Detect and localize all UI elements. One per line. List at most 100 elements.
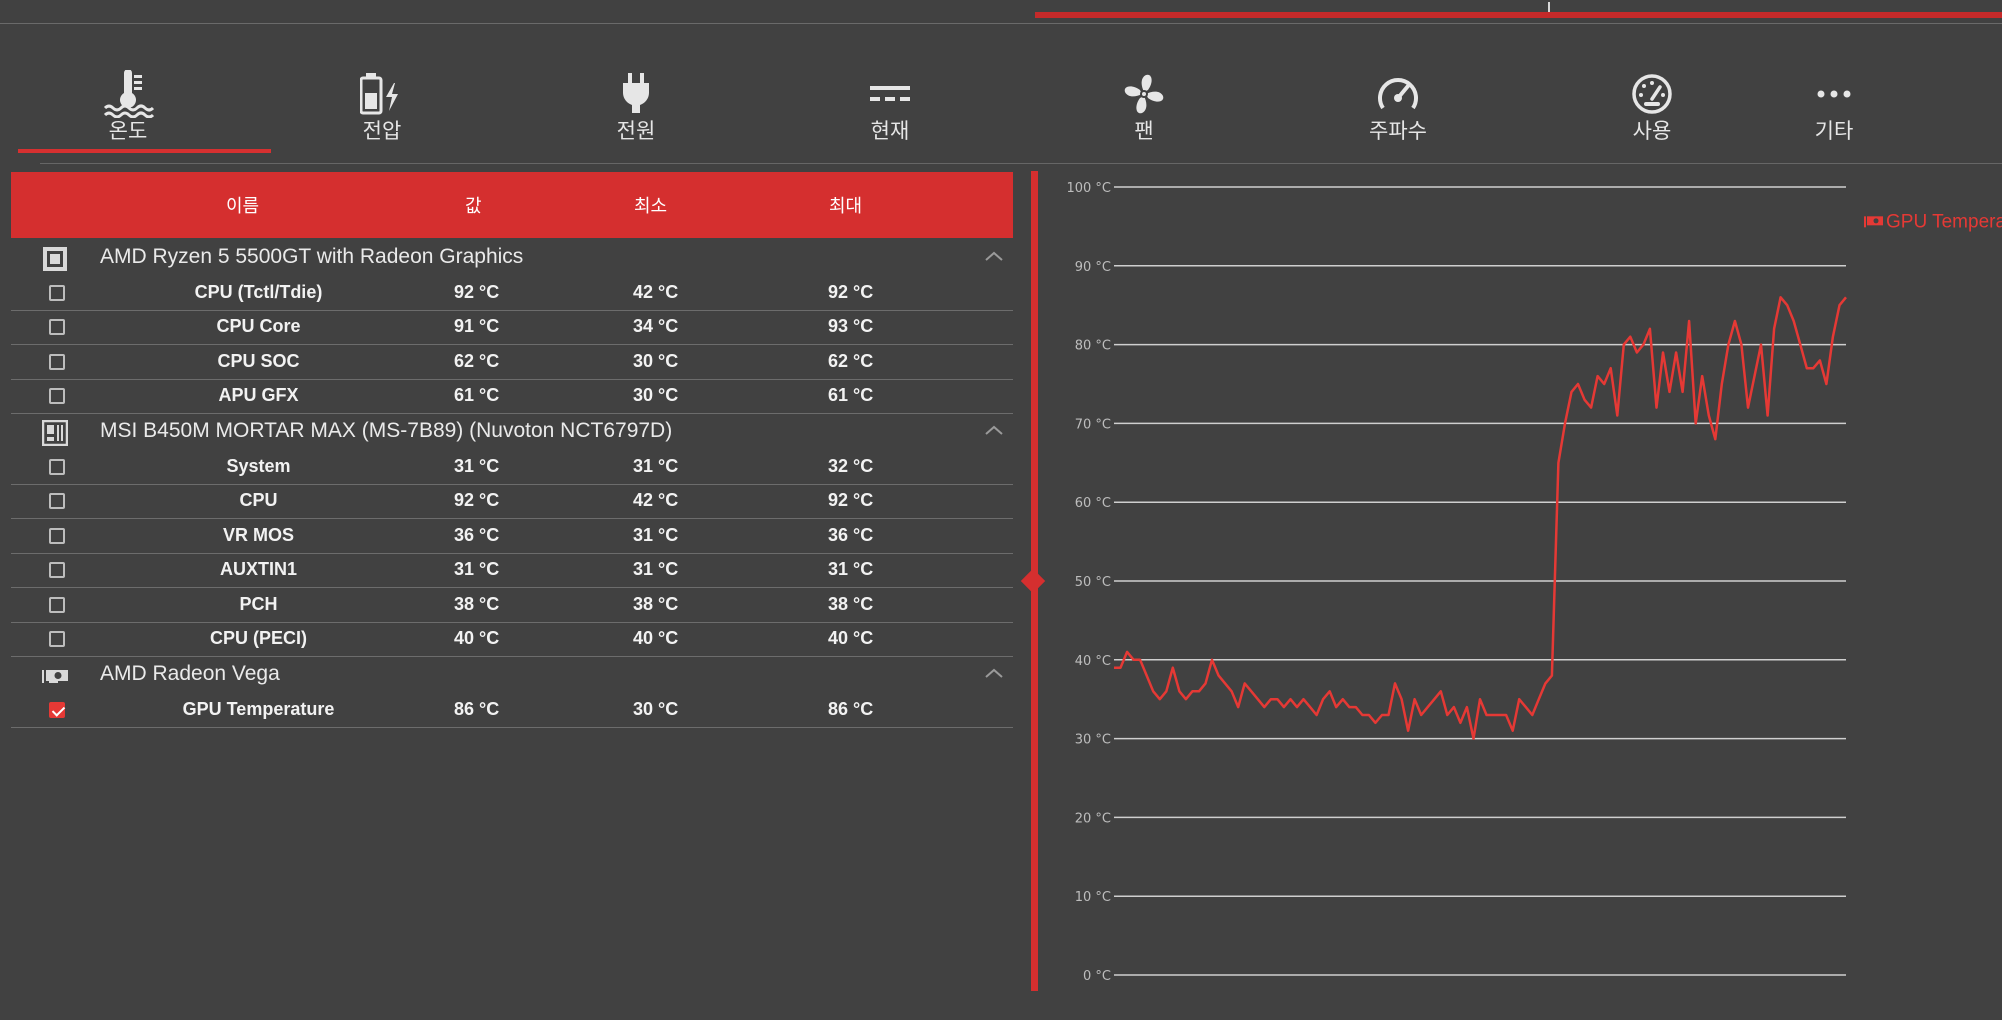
sensor-min: 38 °C [633,594,679,614]
sensor-checkbox[interactable] [49,597,65,613]
sensor-max: 32 °C [828,456,874,476]
sensor-min: 30 °C [633,699,679,719]
table-row[interactable]: APU GFX 61 °C 30 °C 61 °C [11,380,1013,414]
sensor-checkbox[interactable] [49,388,65,404]
sensor-min: 40 °C [633,628,679,648]
sensor-table-header: 이름 값 최소 최대 [11,172,1013,238]
sensor-value: 91 °C [454,316,500,336]
sensor-min: 42 °C [633,282,679,302]
sensor-name: CPU SOC [217,351,300,371]
title-bar-accent [1035,2,2002,18]
sensor-min: 31 °C [633,525,679,545]
y-tick-label: 30 °C [1075,733,1111,748]
more-dots-icon [1724,70,1944,118]
column-header-name[interactable]: 이름 [226,192,259,218]
sensor-max: 40 °C [828,628,874,648]
hardware-group-motherboard[interactable]: MSI B450M MORTAR MAX (MS-7B89) (Nuvoton … [11,416,1013,450]
y-tick-label: 20 °C [1075,811,1111,826]
battery-bolt-icon [272,70,492,118]
tab-label: 전원 [616,119,656,143]
sensor-value: 61 °C [454,385,500,405]
tab-voltage[interactable]: 전압 [272,65,492,155]
table-row[interactable]: CPU (Tctl/Tdie) 92 °C 42 °C 92 °C [11,277,1013,311]
sensor-min: 30 °C [633,385,679,405]
sensor-checkbox[interactable] [49,702,65,718]
table-row[interactable]: CPU 92 °C 42 °C 92 °C [11,485,1013,519]
sensor-name: System [226,456,291,476]
sensor-name: CPU (PECI) [209,628,307,648]
y-tick-label: 100 °C [1066,181,1111,196]
table-row[interactable]: GPU Temperature 86 °C 30 °C 86 °C [11,694,1013,728]
sensor-value: 31 °C [454,456,500,476]
sensor-checkbox[interactable] [49,319,65,335]
table-row[interactable]: PCH 38 °C 38 °C 38 °C [11,589,1013,623]
sensor-category-tabs: 온도 전압 전원 현재 팬 주파수 사용 기타 [18,65,2002,155]
tab-label: 현재 [870,119,910,143]
tab-temperature[interactable]: 온도 [18,65,238,155]
tab-label: 온도 [108,119,148,143]
table-row[interactable]: CPU Core 91 °C 34 °C 93 °C [11,311,1013,345]
tab-power[interactable]: 전원 [526,65,746,155]
tabs-divider [40,163,2002,164]
y-tick-label: 0 °C [1083,969,1111,984]
chevron-up-icon[interactable] [983,422,1005,436]
y-tick-label: 60 °C [1075,496,1111,511]
sensor-max: 61 °C [828,385,874,405]
sensor-max: 86 °C [828,699,874,719]
column-header-max[interactable]: 최대 [829,192,862,218]
tab-clock[interactable]: 주파수 [1288,65,1508,155]
column-header-value[interactable]: 값 [465,192,482,218]
table-row[interactable]: System 31 °C 31 °C 32 °C [11,451,1013,485]
sensor-name: CPU (Tctl/Tdie) [194,282,323,302]
table-row[interactable]: VR MOS 36 °C 31 °C 36 °C [11,520,1013,554]
sensor-checkbox[interactable] [49,562,65,578]
tab-label: 팬 [1134,119,1154,143]
sensor-checkbox[interactable] [49,528,65,544]
tab-fan[interactable]: 팬 [1034,65,1254,155]
table-row[interactable]: CPU (PECI) 40 °C 40 °C 40 °C [11,623,1013,657]
title-bar-divider [0,23,2002,24]
table-row[interactable]: CPU SOC 62 °C 30 °C 62 °C [11,346,1013,380]
speedometer-icon [1288,70,1508,118]
active-tab-indicator [18,149,271,153]
plug-icon [526,70,746,118]
chevron-up-icon[interactable] [983,248,1005,262]
sensor-checkbox[interactable] [49,493,65,509]
sensor-name: APU GFX [218,385,299,405]
sensor-min: 42 °C [633,490,679,510]
sensor-min: 31 °C [633,456,679,476]
sensor-name: AUXTIN1 [219,559,297,579]
series-line [1114,296,1847,740]
y-tick-label: 40 °C [1075,654,1111,669]
sensor-name: GPU Temperature [182,699,335,719]
chevron-up-icon[interactable] [983,665,1005,679]
gpu-icon [42,663,68,689]
hardware-name: MSI B450M MORTAR MAX (MS-7B89) (Nuvoton … [100,419,673,442]
sensor-max: 38 °C [828,594,874,614]
sensor-value: 38 °C [454,594,500,614]
sensor-max: 93 °C [828,316,874,336]
hardware-name: AMD Radeon Vega [100,662,280,685]
sensor-name: CPU [239,490,278,510]
sensor-value: 62 °C [454,351,500,371]
sensor-checkbox[interactable] [49,354,65,370]
hardware-group-cpu[interactable]: AMD Ryzen 5 5500GT with Radeon Graphics [11,242,1013,276]
y-tick-label: 70 °C [1075,417,1111,432]
hardware-group-gpu[interactable]: AMD Radeon Vega [11,659,1013,693]
gpu-icon [1864,216,1883,228]
sensor-min: 34 °C [633,316,679,336]
y-tick-label: 10 °C [1075,890,1111,905]
sensor-value: 36 °C [454,525,500,545]
sensor-checkbox[interactable] [49,459,65,475]
sensor-max: 92 °C [828,490,874,510]
column-header-min[interactable]: 최소 [634,192,667,218]
tab-other[interactable]: 기타 [1724,65,1944,155]
tab-label: 주파수 [1369,119,1427,143]
sensor-name: VR MOS [222,525,294,545]
table-row[interactable]: AUXTIN1 31 °C 31 °C 31 °C [11,554,1013,588]
sensor-checkbox[interactable] [49,285,65,301]
legend-entry[interactable]: GPU Temperature [1886,211,2002,232]
tab-current[interactable]: 현재 [780,65,1000,155]
sensor-checkbox[interactable] [49,631,65,647]
sensor-max: 92 °C [828,282,874,302]
